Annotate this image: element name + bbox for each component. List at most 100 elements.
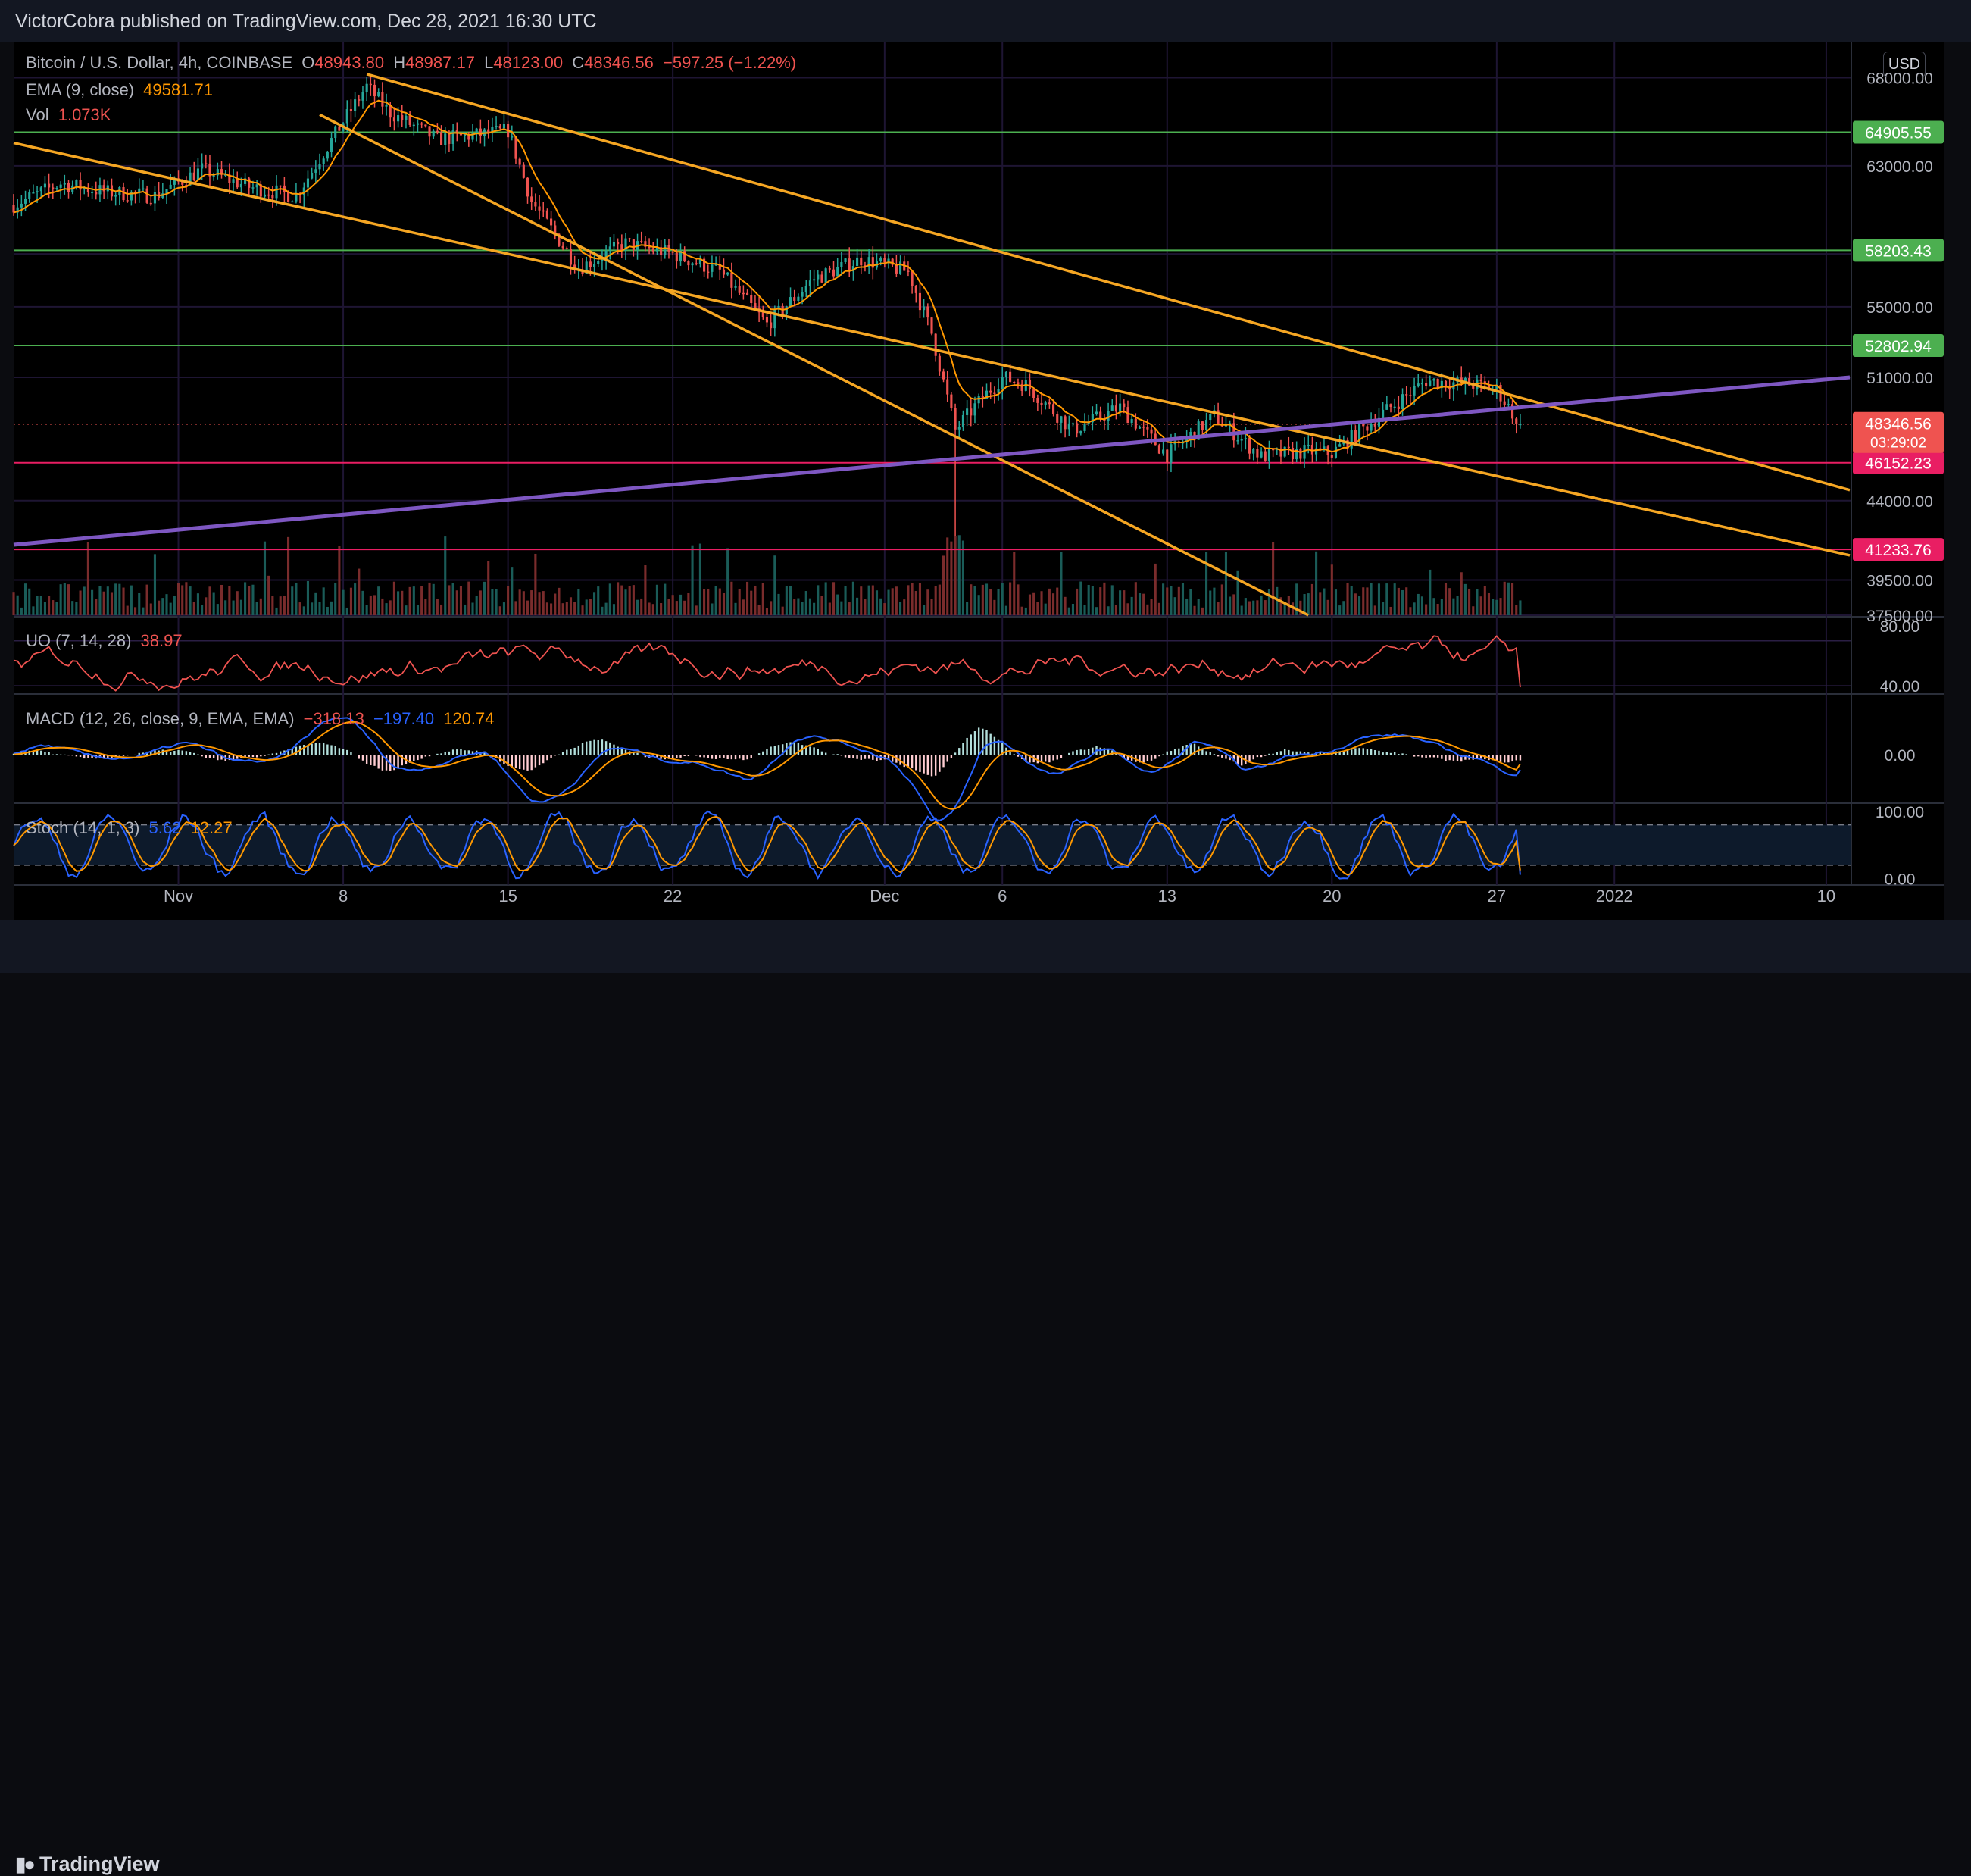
- macd-histogram-bar: [526, 755, 529, 771]
- symbol-title[interactable]: Bitcoin / U.S. Dollar, 4h, COINBASE: [26, 53, 292, 72]
- resistance-trendline[interactable]: [319, 113, 1310, 617]
- volume-bar: [244, 582, 247, 615]
- volume-bar: [491, 589, 494, 615]
- volume-bar: [538, 592, 541, 615]
- macd-histogram-bar: [852, 755, 854, 759]
- volume-bar: [361, 590, 364, 615]
- macd-histogram-bar: [1507, 755, 1510, 763]
- macd-histogram-bar: [546, 755, 548, 761]
- volume-bar: [1315, 551, 1318, 615]
- macd-histogram-bar: [1283, 749, 1286, 755]
- macd-histogram-bar: [934, 755, 937, 776]
- trendlines[interactable]: [13, 73, 1851, 617]
- candle-body: [369, 83, 372, 86]
- uo-legend[interactable]: UO (7, 14, 28) 38.97: [26, 631, 187, 651]
- time-tick-label: 20: [1323, 886, 1341, 905]
- candle-body: [526, 177, 529, 197]
- time-tick-label: Dec: [870, 886, 899, 905]
- candle-body: [201, 163, 204, 169]
- volume-bar: [711, 603, 714, 615]
- volume-bar: [224, 600, 227, 615]
- candle-body: [569, 249, 573, 265]
- candle-body: [750, 295, 753, 304]
- macd-histogram-bar: [589, 740, 592, 755]
- volume-bar: [679, 594, 683, 615]
- volume-bar: [1401, 589, 1404, 615]
- volume-bar: [1001, 583, 1004, 615]
- candle-body: [255, 184, 258, 188]
- currency-button[interactable]: USD: [1883, 52, 1926, 77]
- macd-histogram-bar: [1252, 755, 1254, 760]
- macd-histogram-bar: [346, 749, 348, 755]
- candle-body: [1291, 448, 1295, 460]
- uo-tick-label: 80.00: [1880, 618, 1920, 636]
- candle-body: [770, 322, 773, 329]
- volume-bar: [1138, 593, 1142, 615]
- volume-bar: [216, 604, 219, 615]
- volume-bar: [530, 590, 533, 615]
- stoch-legend[interactable]: Stoch (14, 1, 3) 5.62 12.27: [26, 818, 237, 838]
- tradingview-logo[interactable]: ▮● TradingView: [15, 1853, 160, 1876]
- volume-bar: [545, 602, 548, 615]
- candle-body: [879, 258, 882, 262]
- candle-body: [738, 285, 741, 293]
- volume-bar: [765, 607, 769, 615]
- candle-body: [761, 312, 764, 317]
- candle-body: [1064, 416, 1067, 430]
- macd-histogram-bar: [777, 745, 780, 755]
- macd-histogram-bar: [730, 755, 733, 760]
- candle-body: [1307, 445, 1310, 446]
- volume-bar: [1244, 598, 1247, 615]
- volume-bar: [95, 599, 98, 615]
- resistance-trendline[interactable]: [13, 141, 1851, 557]
- candle-body: [59, 184, 62, 188]
- candle-body: [1028, 379, 1032, 389]
- volume-bar: [1479, 596, 1482, 615]
- volume-bar: [145, 584, 148, 615]
- macd-histogram-bar: [742, 755, 745, 761]
- macd-histogram-bar: [1429, 755, 1431, 758]
- candle-body: [907, 270, 910, 272]
- volume-bar: [1460, 572, 1463, 615]
- macd-histogram-bar: [1013, 754, 1015, 755]
- volume-bar: [1373, 605, 1376, 615]
- candle-body: [1056, 414, 1059, 423]
- volume-bar: [1150, 599, 1153, 615]
- high-label: H: [393, 53, 406, 72]
- macd-histogram-bar: [518, 755, 521, 769]
- candle-body: [1389, 404, 1392, 408]
- macd-histogram-bar: [542, 755, 545, 764]
- macd-histogram-bar: [79, 755, 82, 758]
- macd-histogram-bar: [930, 755, 933, 777]
- candle-body: [401, 115, 404, 120]
- volume-bar: [405, 605, 408, 615]
- volume-bar: [691, 545, 694, 615]
- volume-bar: [628, 586, 631, 615]
- candle-body: [412, 124, 415, 127]
- macd-legend[interactable]: MACD (12, 26, close, 9, EMA, EMA) −318.1…: [26, 709, 499, 729]
- candle-body: [1413, 386, 1416, 396]
- volume-bar: [824, 582, 827, 615]
- candle-body: [392, 117, 395, 122]
- stoch-label: Stoch (14, 1, 3): [26, 818, 140, 837]
- volume-bar: [1468, 588, 1471, 615]
- volume-legend[interactable]: Vol 1.073K: [26, 105, 115, 125]
- macd-histogram-bar: [1441, 755, 1443, 759]
- candle-body: [75, 180, 78, 186]
- candle-body: [330, 138, 333, 152]
- volume-bar: [573, 602, 576, 615]
- ema-legend[interactable]: EMA (9, close) 49581.71: [26, 80, 217, 100]
- macd-histogram-bar: [739, 755, 741, 759]
- candle-body: [608, 246, 611, 252]
- candle-body: [824, 268, 827, 283]
- volume-bar: [836, 594, 839, 615]
- candle-body: [1240, 439, 1243, 441]
- price-chart[interactable]: 68000.0063000.0058000.0055000.0051000.00…: [0, 0, 1971, 973]
- volume-bar: [67, 584, 70, 615]
- macd-histogram-bar: [451, 749, 454, 755]
- candle-body: [593, 264, 596, 267]
- support-trendline[interactable]: [13, 375, 1851, 547]
- candle-body: [126, 200, 129, 202]
- macd-histogram-bar: [860, 755, 862, 760]
- macd-histogram-bar: [1217, 755, 1220, 757]
